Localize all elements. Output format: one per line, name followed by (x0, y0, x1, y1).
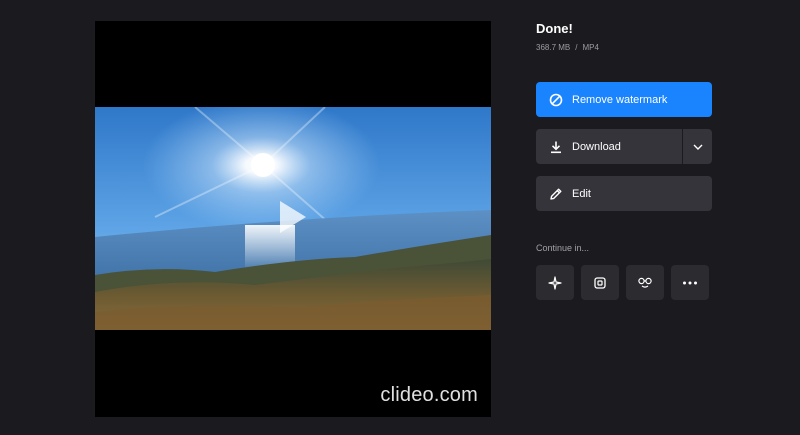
download-button[interactable]: Download (536, 129, 712, 164)
remove-watermark-label: Remove watermark (572, 93, 668, 106)
meta-separator: / (575, 43, 578, 52)
download-options-button[interactable] (683, 129, 712, 164)
play-icon (280, 201, 306, 233)
pencil-icon (549, 187, 563, 201)
file-meta: 368.7 MB / MP4 (536, 42, 712, 54)
download-label: Download (572, 140, 621, 153)
continue-label: Continue in... (536, 243, 590, 253)
edit-label: Edit (572, 187, 591, 200)
result-panel: Done! 368.7 MB / MP4 Remove watermark Do… (536, 21, 712, 300)
no-sign-icon (549, 93, 563, 107)
crop-icon (594, 276, 606, 289)
file-format: MP4 (582, 43, 599, 52)
download-icon (549, 140, 563, 154)
watermark-text: clideo.com (380, 384, 478, 406)
file-size: 368.7 MB (536, 43, 571, 52)
edit-button[interactable]: Edit (536, 176, 712, 211)
tool-more-button[interactable] (671, 265, 709, 300)
sparkle-icon (548, 275, 562, 290)
app-root: clideo.com Done! 368.7 MB / MP4 Remove wat… (0, 0, 800, 435)
video-frame[interactable] (95, 107, 491, 330)
play-button[interactable] (278, 199, 308, 235)
chevron-down-icon (693, 144, 702, 150)
status-title: Done! (536, 21, 573, 36)
meme-glasses-icon (638, 277, 652, 288)
more-icon (683, 281, 697, 284)
remove-watermark-button[interactable]: Remove watermark (536, 82, 712, 117)
video-player[interactable]: clideo.com (95, 21, 491, 417)
tool-meme-button[interactable] (626, 265, 664, 300)
tool-crop-button[interactable] (581, 265, 619, 300)
tool-sparkle-button[interactable] (536, 265, 574, 300)
continue-tools (536, 265, 709, 300)
